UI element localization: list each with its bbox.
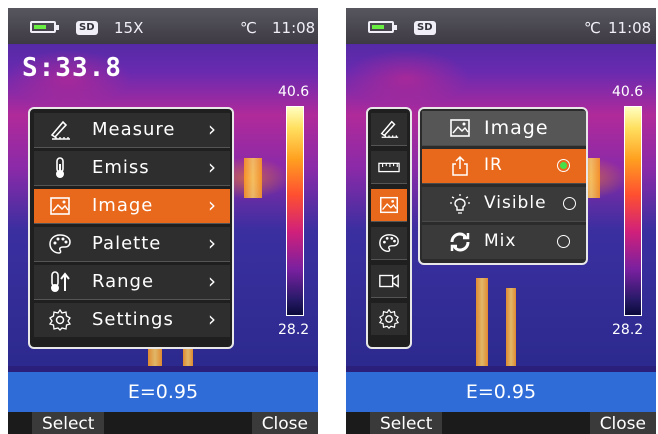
menu-item-measure[interactable]: Measure › [34,113,230,148]
submenu-title: Image [484,117,549,139]
sd-card-badge: SD [76,21,98,35]
color-scale-bar [286,106,304,316]
temperature-unit: ℃ [584,19,601,37]
palette-icon [49,234,71,254]
temperature-unit: ℃ [240,19,257,37]
color-scale-bar [624,106,642,316]
option-label: IR [484,155,503,175]
thermal-hotspot [244,158,262,198]
menu-item-settings[interactable]: Settings › [34,303,230,337]
menu-item-palette[interactable]: Palette › [34,227,230,262]
right-screen: SD ℃ 11:08 40.6 28.2 Image IR Visible Mi… [346,8,656,434]
chevron-right-icon: › [208,269,216,293]
image-icon [50,197,70,215]
chevron-right-icon: › [208,155,216,179]
option-visible[interactable]: Visible [422,187,586,222]
scale-min-label: 28.2 [278,322,310,338]
menu-item-label: Measure [92,119,176,140]
palette-icon [379,234,399,252]
sidebar-item-measure[interactable] [371,113,407,146]
scale-max-label: 40.6 [612,84,644,100]
sidebar-item-image[interactable] [371,189,407,222]
menu-item-range[interactable]: Range › [34,265,230,300]
radio-unselected[interactable] [563,197,576,210]
ruler-icon [378,162,400,173]
menu-item-label: Emiss [92,157,150,178]
menu-item-label: Palette [92,233,162,254]
thermometer-icon [56,157,64,178]
clock: 11:08 [272,19,316,37]
menu-item-image[interactable]: Image › [34,189,230,224]
chevron-right-icon: › [208,193,216,217]
submenu-header: Image [422,111,586,146]
menu-item-label: Image [92,195,154,216]
close-button[interactable]: Close [251,412,318,434]
mix-cycle-icon [450,232,470,252]
close-button[interactable]: Close [589,412,656,434]
thermal-hotspot [148,348,162,366]
option-ir[interactable]: IR [422,149,586,184]
menu-sidebar [366,107,412,349]
left-screen: SD 15X ℃ 11:08 S:33.8 40.6 28.2 Measure … [8,8,318,434]
sidebar-item-palette[interactable] [371,227,407,260]
main-menu: Measure › Emiss › Image › Palette › Rang… [28,107,234,349]
option-label: Mix [484,231,517,251]
video-camera-icon [379,274,399,288]
scale-max-label: 40.6 [278,84,310,100]
menu-item-emiss[interactable]: Emiss › [34,151,230,186]
gear-icon [48,308,72,331]
thermal-hotspot [476,278,488,366]
chevron-right-icon: › [208,117,216,141]
sidebar-item-video[interactable] [371,265,407,298]
thermal-hotspot [506,288,516,366]
gear-icon [378,308,400,330]
radio-selected[interactable] [557,159,570,172]
chevron-right-icon: › [208,307,216,331]
emissivity-bar: E=0.95 [8,372,318,412]
menu-item-label: Settings [92,309,174,330]
measure-pencil-icon [380,120,399,138]
status-bar: SD ℃ 11:08 [346,8,656,44]
light-bulb-icon [450,194,470,214]
spot-temperature-reading: S:33.8 [22,53,122,83]
radio-unselected[interactable] [557,235,570,248]
zoom-level: 15X [114,19,144,37]
select-button[interactable]: Select [32,412,105,434]
range-thermometer-icon [51,271,70,292]
battery-icon [368,21,397,33]
sd-card-badge: SD [414,21,436,35]
sidebar-item-settings[interactable] [371,303,407,335]
export-icon [452,155,468,176]
chevron-right-icon: › [208,231,216,255]
select-button[interactable]: Select [370,412,443,434]
image-icon [380,196,398,214]
sidebar-item-ruler[interactable] [371,151,407,184]
image-submenu: Image IR Visible Mix [418,107,588,265]
scale-min-label: 28.2 [612,322,644,338]
image-icon [450,119,470,137]
option-label: Visible [484,193,547,213]
clock: 11:08 [608,19,652,37]
measure-pencil-icon [50,120,70,140]
battery-icon [30,21,59,33]
option-mix[interactable]: Mix [422,225,586,259]
emissivity-bar: E=0.95 [346,372,656,412]
status-bar: SD 15X ℃ 11:08 [8,8,318,44]
menu-item-label: Range [92,271,155,292]
